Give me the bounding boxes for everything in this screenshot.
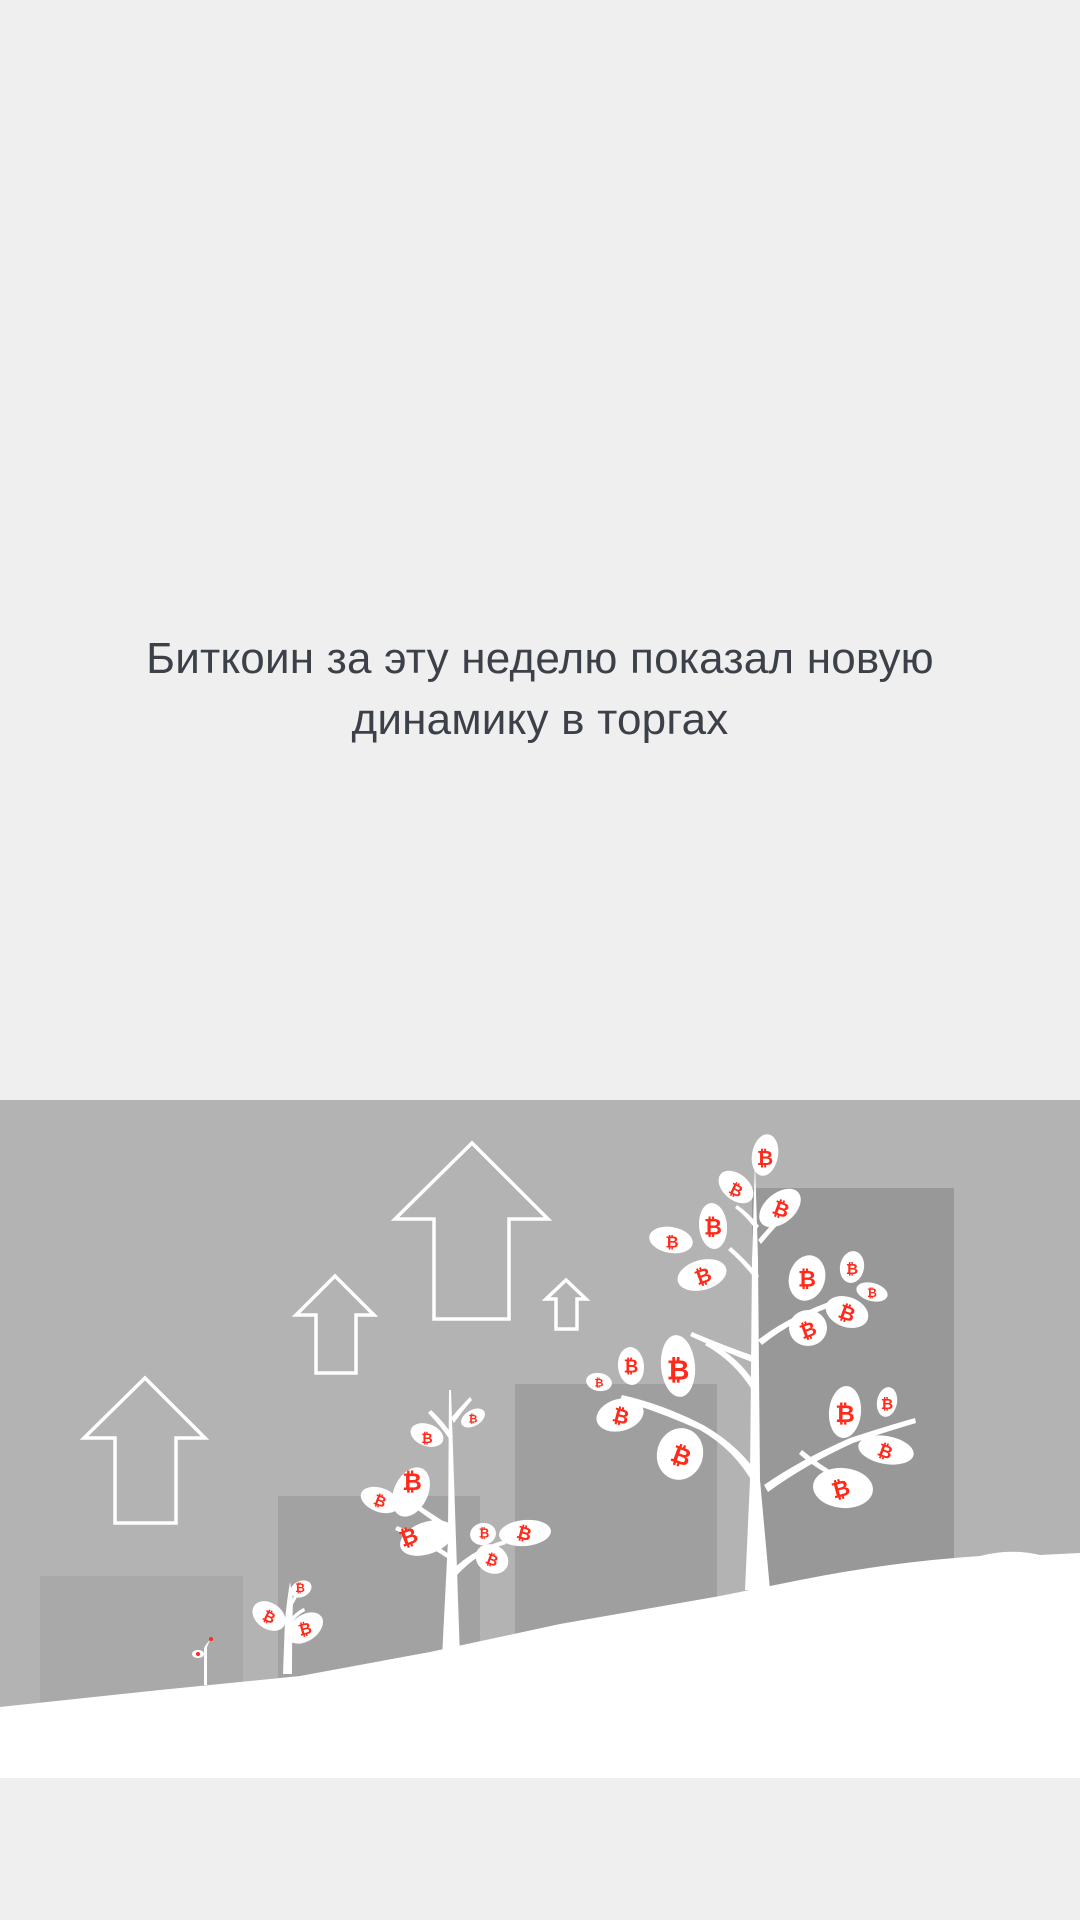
bitcoin-icon: ₿ [881, 1395, 893, 1413]
headline-line-2: динамику в торгах [351, 695, 729, 744]
headline-line-1: Биткоин за эту неделю показал новую [146, 634, 934, 683]
bitcoin-icon: ₿ [798, 1268, 816, 1293]
bitcoin-icon: ₿ [295, 1581, 305, 1595]
story-screen[interactable]: Биткоин за эту неделю показал новую дина… [0, 0, 1080, 1920]
bitcoin-icon: ₿ [624, 1357, 639, 1378]
bitcoin-icon: ₿ [479, 1527, 490, 1542]
bitcoin-icon: ₿ [667, 1354, 690, 1387]
bitcoin-icon: ₿ [421, 1431, 432, 1447]
bitcoin-icon: ₿ [665, 1233, 678, 1252]
bitcoin-icon: ₿ [757, 1146, 773, 1170]
bitcoin-icon: ₿ [867, 1286, 877, 1300]
bitcoin-icon: ₿ [595, 1377, 604, 1390]
story-headline: Биткоин за эту неделю показал новую дина… [60, 628, 1020, 750]
bitcoin-icon: ₿ [835, 1400, 855, 1428]
bitcoin-icon: ₿ [704, 1216, 722, 1241]
bitcoin-growth-illustration: ₿ ₿ ₿ ₿ ₿ ₿ ₿ ₿ ₿ ₿ ₿ ₿ ₿ ₿ ₿ ₿ ₿ ₿ ₿ ₿ [0, 1100, 1080, 1778]
bitcoin-icon: ₿ [846, 1260, 858, 1278]
bitcoin-icon: ₿ [402, 1468, 422, 1496]
bitcoin-icon: ₿ [469, 1413, 478, 1426]
